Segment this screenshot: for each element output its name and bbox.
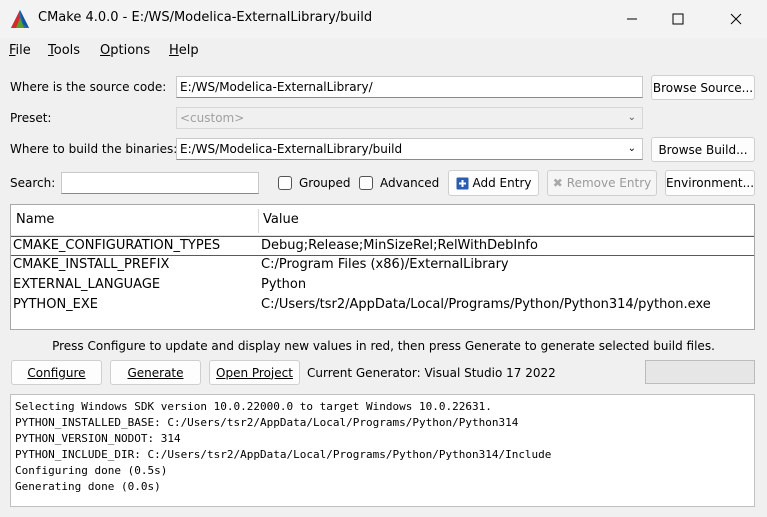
row-name: CMAKE_INSTALL_PREFIX [13,257,170,272]
browse-source-button[interactable]: Browse Source... [651,75,755,100]
row-name: EXTERNAL_LANGUAGE [13,277,161,292]
row-name: CMAKE_CONFIGURATION_TYPES [13,238,221,253]
log-line: Generating done (0.0s) [15,480,161,493]
grouped-label: Grouped [299,176,351,190]
configure-label: Configure [27,365,86,380]
minimize-button[interactable] [609,0,655,38]
row-value: Debug;Release;MinSizeRel;RelWithDebInfo [261,238,538,253]
menu-options[interactable]: Options [100,43,150,58]
log-line: PYTHON_VERSION_NODOT: 314 [15,432,181,445]
cache-table[interactable]: Name Value CMAKE_CONFIGURATION_TYPES Deb… [10,204,755,330]
menu-help[interactable]: Help [169,43,199,58]
maximize-button[interactable] [655,0,701,38]
row-name: PYTHON_EXE [13,297,99,312]
menu-bar: File Tools Options Help [0,40,767,64]
add-entry-button[interactable]: Add Entry [448,170,539,196]
table-row[interactable]: CMAKE_INSTALL_PREFIX C:/Program Files (x… [11,256,754,276]
close-icon [730,13,742,25]
maximize-icon [672,13,684,25]
remove-entry-button[interactable]: ✖ Remove Entry [547,170,657,196]
remove-x-icon: ✖ [552,176,563,190]
preset-value: <custom> [180,111,245,125]
column-header-value[interactable]: Value [263,212,299,227]
column-divider[interactable] [258,209,259,233]
window-title: CMake 4.0.0 - E:/WS/Modelica-ExternalLib… [38,10,373,25]
preset-label: Preset: [10,111,52,125]
table-header: Name Value [11,205,754,236]
configure-button[interactable]: Configure [11,360,102,385]
table-row[interactable]: PYTHON_EXE C:/Users/tsr2/AppData/Local/P… [11,296,754,316]
row-value: C:/Users/tsr2/AppData/Local/Programs/Pyt… [261,297,711,312]
column-header-name[interactable]: Name [16,212,54,227]
search-label: Search: [10,176,56,190]
current-generator-text: Current Generator: Visual Studio 17 2022 [307,366,556,380]
build-label: Where to build the binaries: [10,142,178,156]
row-value: Python [261,277,307,292]
log-line: Configuring done (0.5s) [15,464,168,477]
log-line: Selecting Windows SDK version 10.0.22000… [15,400,492,413]
title-bar: CMake 4.0.0 - E:/WS/Modelica-ExternalLib… [0,0,767,38]
progress-bar [645,360,755,384]
row-value: C:/Program Files (x86)/ExternalLibrary [261,257,509,272]
open-project-label: Open Project [216,365,293,380]
table-row[interactable]: EXTERNAL_LANGUAGE Python [11,276,754,296]
advanced-label: Advanced [380,176,440,190]
build-path-select[interactable]: E:/WS/Modelica-ExternalLibrary/build ⌄ [176,138,643,160]
preset-select: <custom> ⌄ [176,107,643,129]
log-line: PYTHON_INSTALLED_BASE: C:/Users/tsr2/App… [15,416,519,429]
configure-hint-text: Press Configure to update and display ne… [52,339,715,353]
source-label: Where is the source code: [10,80,167,94]
cmake-logo-icon [11,10,29,28]
table-row[interactable]: CMAKE_CONFIGURATION_TYPES Debug;Release;… [11,236,754,256]
chevron-down-icon: ⌄ [627,143,636,154]
log-line: PYTHON_INCLUDE_DIR: C:/Users/tsr2/AppDat… [15,448,552,461]
close-button[interactable] [713,0,759,38]
generate-button[interactable]: Generate [110,360,201,385]
menu-tools[interactable]: Tools [48,43,80,58]
search-input[interactable] [61,172,259,194]
minimize-icon [627,18,637,20]
advanced-checkbox[interactable] [359,176,373,190]
generate-label: Generate [127,365,184,380]
remove-entry-label: Remove Entry [566,176,652,190]
plus-icon [456,177,468,189]
chevron-down-icon: ⌄ [627,112,636,123]
menu-file[interactable]: File [9,43,31,58]
open-project-button[interactable]: Open Project [209,360,300,385]
browse-build-button[interactable]: Browse Build... [651,137,755,162]
grouped-checkbox[interactable] [278,176,292,190]
output-log[interactable]: Selecting Windows SDK version 10.0.22000… [10,394,755,507]
environment-button[interactable]: Environment... [665,170,755,196]
source-path-input[interactable]: E:/WS/Modelica-ExternalLibrary/ [176,76,643,98]
build-path-value: E:/WS/Modelica-ExternalLibrary/build [180,142,403,156]
add-entry-label: Add Entry [472,176,532,190]
